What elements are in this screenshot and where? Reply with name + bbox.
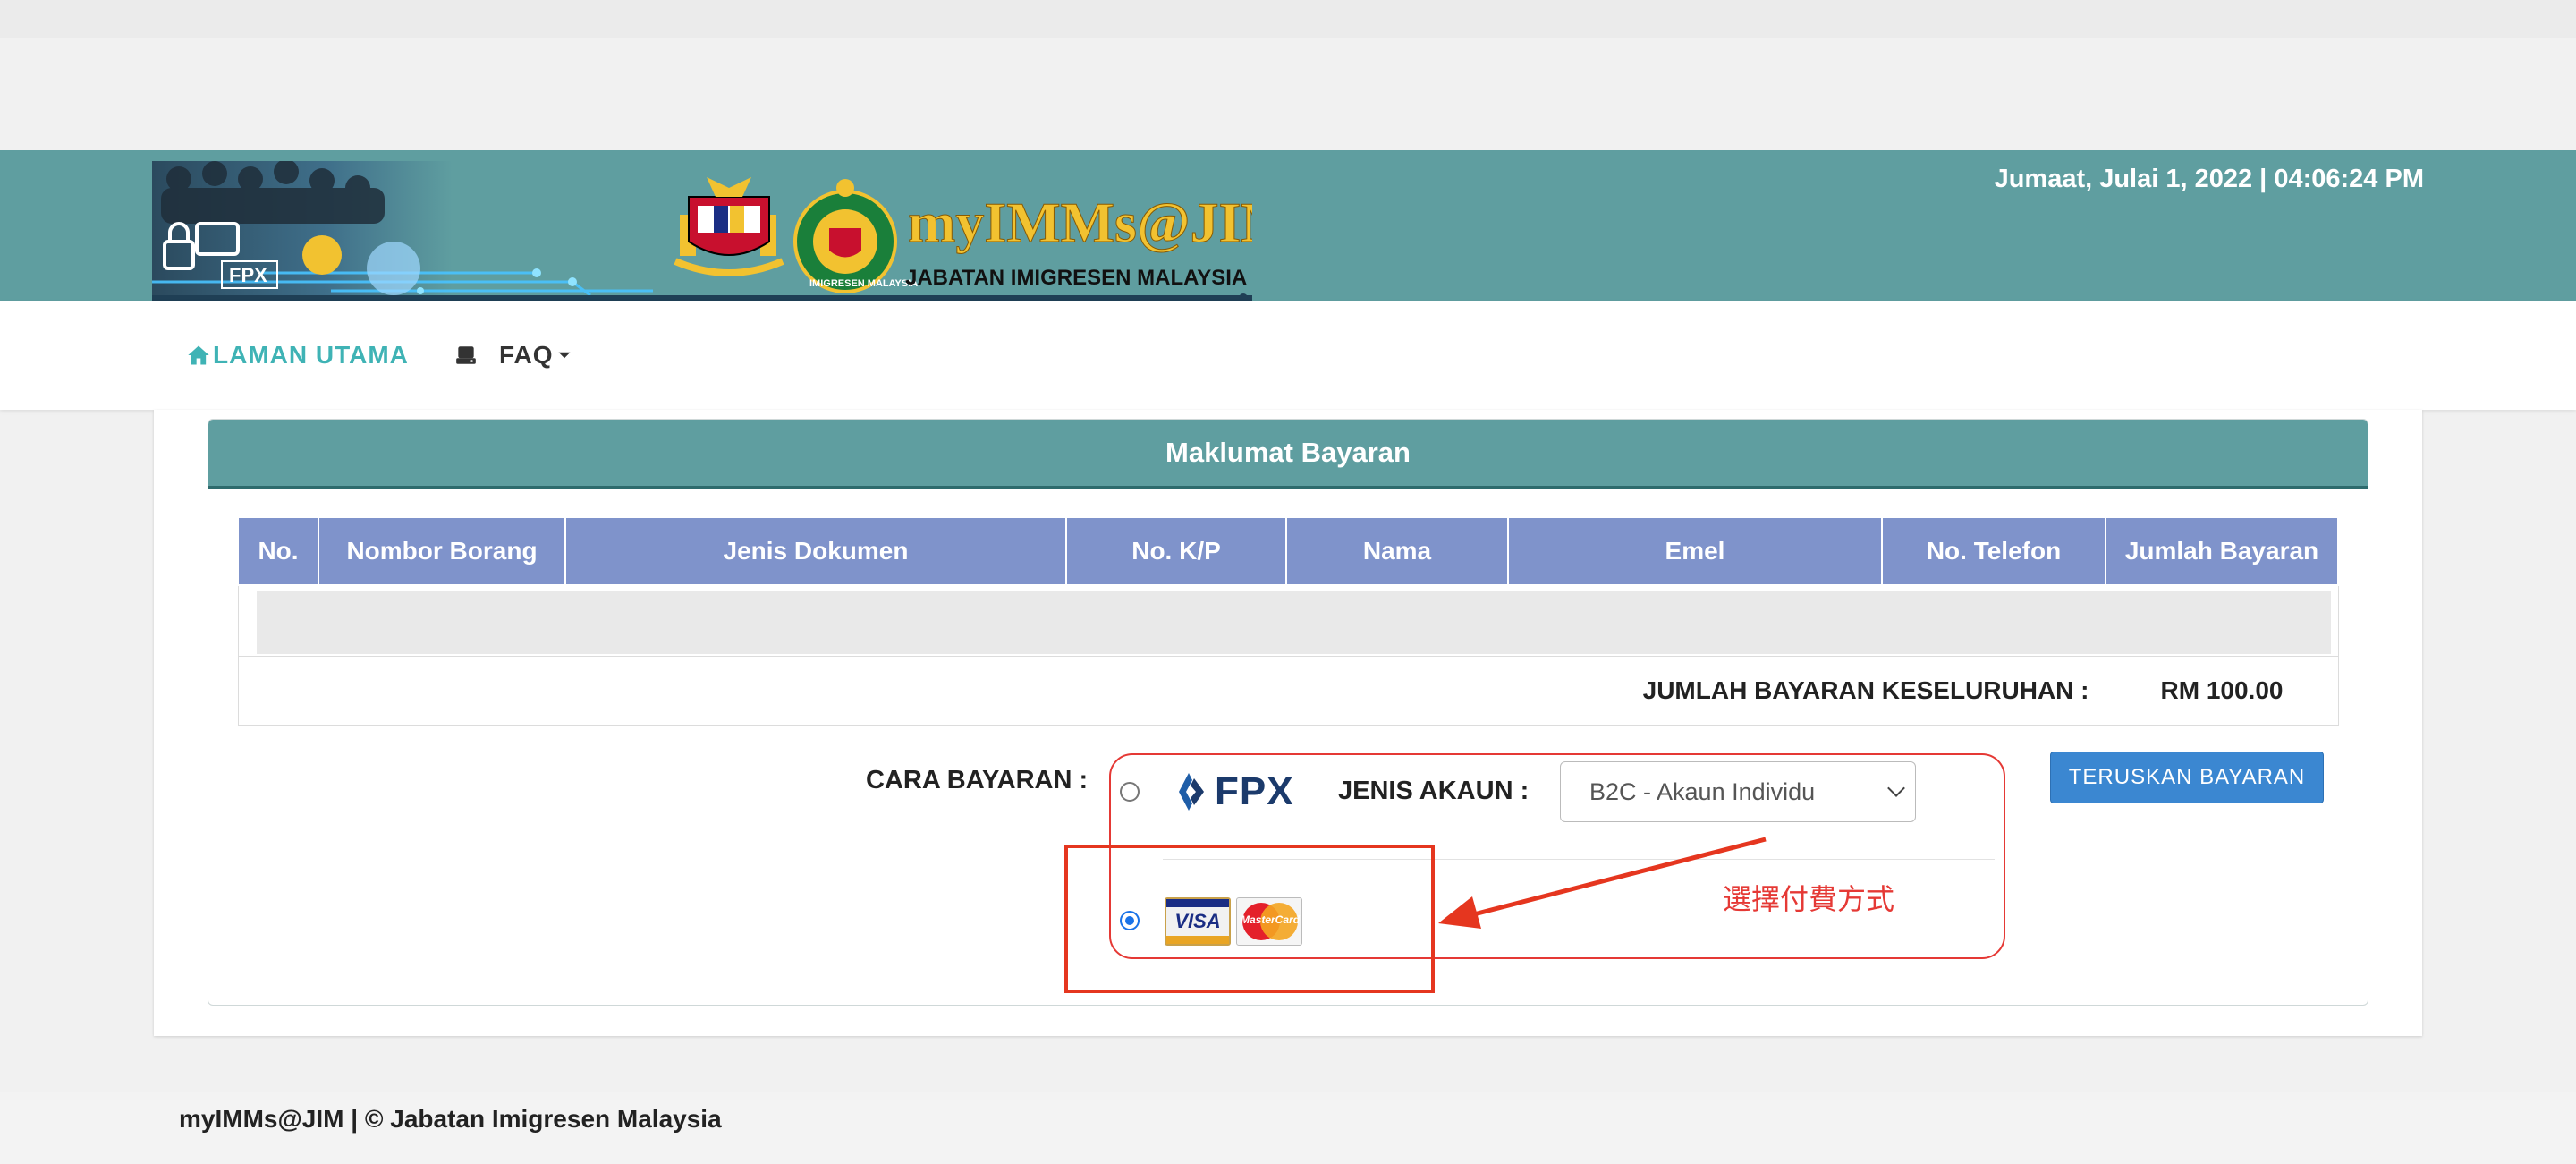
hdd-icon <box>456 346 476 364</box>
col-header-jumlah-bayaran: Jumlah Bayaran <box>2105 516 2339 586</box>
footer-text: myIMMs@JIM | © Jabatan Imigresen Malaysi… <box>179 1105 722 1133</box>
brand-subtitle: JABATAN IMIGRESEN MALAYSIA <box>905 266 1247 290</box>
seal-text: IMIGRESEN MALAYSIA <box>809 278 918 289</box>
top-strip <box>0 0 2576 38</box>
continue-payment-button[interactable]: TERUSKAN BAYARAN <box>2050 752 2324 803</box>
datetime-display: Jumaat, Julai 1, 2022 | 04:06:24 PM <box>1994 165 2424 193</box>
annotation-text: 選擇付費方式 <box>1723 883 1895 915</box>
nav-home-link[interactable]: LAMAN UTAMA <box>186 301 409 410</box>
navbar: LAMAN UTAMA FAQ <box>0 301 2576 410</box>
brand-title: myIMMs@JIM <box>908 191 1252 254</box>
col-header-no: No. <box>237 516 319 586</box>
table-total-row: JUMLAH BAYARAN KESELURUHAN : RM 100.00 <box>237 656 2339 726</box>
banner-fpx-text: FPX <box>229 264 267 286</box>
col-header-nama: Nama <box>1285 516 1509 586</box>
col-header-no-kp: No. K/P <box>1065 516 1287 586</box>
annotation-highlight-box <box>1064 845 1435 993</box>
nav-faq-label: FAQ <box>499 341 554 369</box>
visa-logo-text: VISA <box>1174 910 1221 932</box>
footer: myIMMs@JIM | © Jabatan Imigresen Malaysi… <box>0 1092 2576 1164</box>
coat-of-arms-icon <box>674 177 784 276</box>
col-header-emel: Emel <box>1507 516 1883 586</box>
total-label: JUMLAH BAYARAN KESELURUHAN : <box>237 656 2106 726</box>
caret-down-icon <box>558 352 570 359</box>
header-banner-image: FPX IMIGRESEN MALAYSIA myIMMs@JI JABATAN… <box>152 161 1252 301</box>
payment-method-label: CARA BAYARAN : <box>866 766 1089 794</box>
col-header-jenis-dokumen: Jenis Dokumen <box>564 516 1067 586</box>
panel-title: Maklumat Bayaran <box>208 420 2368 489</box>
annotation-arrow-icon <box>1438 837 1767 929</box>
immigration-seal-icon: IMIGRESEN MALAYSIA <box>793 179 918 293</box>
table-empty-placeholder <box>256 591 2331 654</box>
table-empty-cell <box>237 584 2339 657</box>
table-header-row: No. Nombor Borang Jenis Dokumen No. K/P … <box>237 516 2339 586</box>
col-header-no-telefon: No. Telefon <box>1881 516 2106 586</box>
nav-home-label: LAMAN UTAMA <box>213 341 409 369</box>
nav-faq-dropdown[interactable]: FAQ <box>454 301 572 410</box>
total-value: RM 100.00 <box>2105 656 2339 726</box>
header-banner: FPX IMIGRESEN MALAYSIA myIMMs@JI JABATAN… <box>0 150 2576 301</box>
table-row-empty <box>237 584 2339 657</box>
col-header-nombor-borang: Nombor Borang <box>318 516 566 586</box>
payment-table: No. Nombor Borang Jenis Dokumen No. K/P … <box>237 516 2339 726</box>
home-icon <box>188 345 209 365</box>
